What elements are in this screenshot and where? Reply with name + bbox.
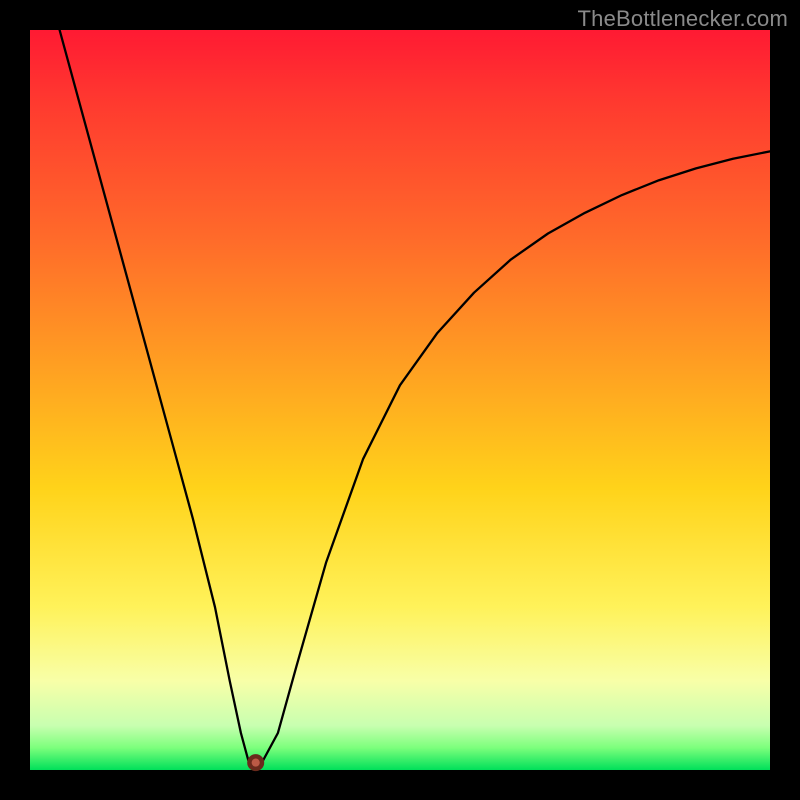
- minimum-marker: [249, 756, 262, 769]
- chart-frame: TheBottlenecker.com: [0, 0, 800, 800]
- chart-svg: [30, 30, 770, 770]
- watermark-text: TheBottlenecker.com: [578, 6, 788, 32]
- bottleneck-curve: [60, 30, 770, 763]
- plot-area: [30, 30, 770, 770]
